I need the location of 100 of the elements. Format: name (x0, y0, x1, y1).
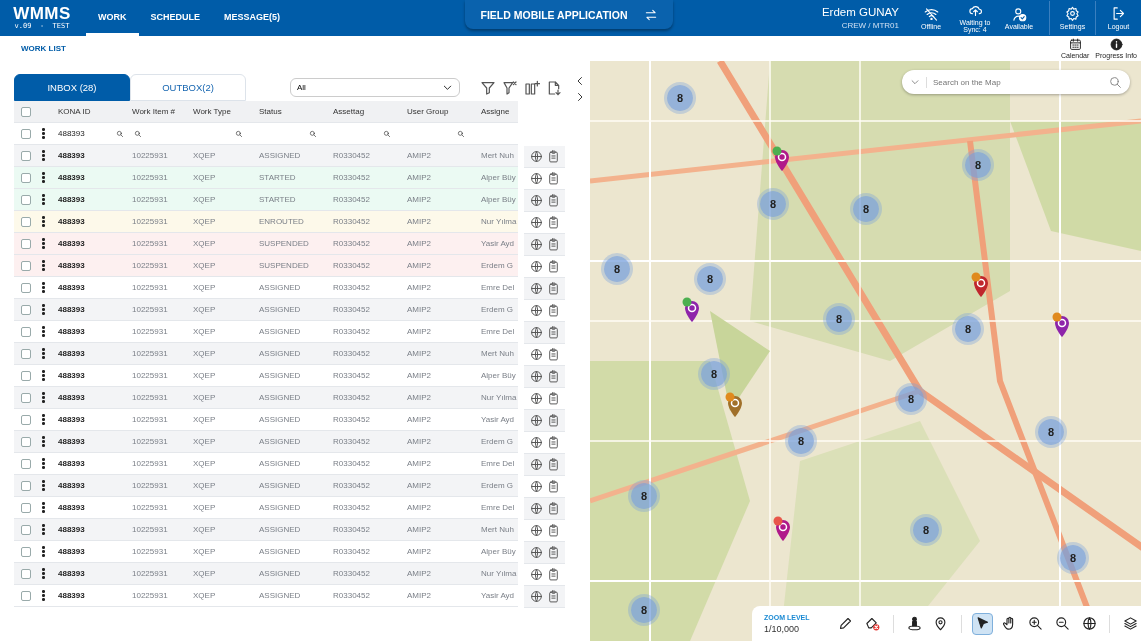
row-checkbox[interactable] (21, 326, 31, 337)
row-checkbox[interactable] (21, 172, 31, 183)
row-checkbox[interactable] (21, 590, 31, 601)
table-row[interactable]: 488393 10225931 XQEP SUSPENDED R0330452 AMIP2 Erdem G (14, 255, 518, 277)
column-header[interactable]: Assigne (481, 107, 518, 116)
table-cell-text: AMIP2 (407, 569, 432, 578)
table-cell-text: Erdem G (481, 481, 514, 490)
row-checkbox[interactable] (21, 370, 31, 381)
table-cell-text: AMIP2 (407, 239, 432, 248)
more-icon[interactable] (42, 480, 45, 491)
table-row[interactable]: 488393 10225931 XQEP ASSIGNED R0330452 AMIP2 Mert Nuh (14, 343, 518, 365)
more-icon[interactable] (42, 172, 45, 183)
more-icon[interactable] (42, 590, 45, 601)
more-icon[interactable] (42, 392, 45, 403)
globe-icon (529, 216, 543, 229)
cursor-tool[interactable] (972, 612, 993, 635)
table-row[interactable]: 488393 10225931 XQEP ASSIGNED R0330452 AMIP2 Nur Yılma (14, 387, 518, 409)
nav-tab[interactable]: WORK (86, 0, 139, 36)
table-row[interactable]: 488393 10225931 XQEP ENROUTED R0330452 AMIP2 Nur Yılma (14, 211, 518, 233)
table-cell-text: XQEP (193, 173, 217, 182)
more-icon[interactable] (42, 304, 45, 315)
map-search-input[interactable]: Search on the Map (926, 76, 1109, 88)
row-checkbox[interactable] (21, 392, 31, 403)
table-row[interactable]: 488393 10225931 XQEP ASSIGNED R0330452 AMIP2 Mert Nuh (14, 519, 518, 541)
row-checkbox[interactable] (21, 304, 31, 315)
app-switch-button[interactable]: FIELD MOBILE APPLICATION (465, 0, 673, 29)
more-icon[interactable] (42, 502, 45, 513)
nav-tab[interactable]: MESSAGE(5) (212, 0, 293, 36)
column-header[interactable]: User Group (407, 107, 481, 116)
map-pin-icon[interactable] (725, 392, 745, 418)
table-cell-text: Erdem G (481, 305, 514, 314)
table-cell-text: Yasir Ayd (481, 591, 516, 600)
row-checkbox[interactable] (21, 282, 31, 293)
more-icon[interactable] (42, 282, 45, 293)
info-icon (1109, 38, 1123, 51)
row-checkbox[interactable] (21, 348, 31, 359)
map-pin-icon[interactable] (971, 272, 991, 298)
row-checkbox[interactable] (21, 216, 31, 227)
row-checkbox[interactable] (21, 194, 31, 205)
table-cell: Nur Yılma (481, 569, 518, 578)
nav-tab[interactable]: SCHEDULE (138, 0, 212, 36)
table-row[interactable]: 488393 10225931 XQEP ASSIGNED R0330452 AMIP2 Erdem G (14, 475, 518, 497)
globe-icon (529, 480, 543, 493)
more-icon[interactable] (42, 546, 45, 557)
table-cell-text: 10225931 (132, 481, 169, 490)
more-icon[interactable] (42, 238, 45, 249)
filter-checkbox[interactable] (21, 128, 31, 139)
more-icon[interactable] (42, 370, 45, 381)
more-icon[interactable] (42, 128, 45, 139)
inbox-tab[interactable]: OUTBOX(2) (130, 74, 246, 101)
more-icon[interactable] (42, 150, 45, 161)
map-pin-icon[interactable] (1052, 312, 1072, 338)
row-checkbox[interactable] (21, 436, 31, 447)
inbox-tab[interactable]: INBOX (28) (14, 74, 130, 101)
column-header[interactable]: Assettag (333, 107, 407, 116)
more-icon[interactable] (42, 194, 45, 205)
row-checkbox[interactable] (21, 546, 31, 557)
map-search-field[interactable]: Search on the Map (902, 70, 1130, 94)
row-checkbox[interactable] (21, 414, 31, 425)
filter-select[interactable]: All (290, 78, 460, 97)
more-icon[interactable] (42, 260, 45, 271)
clipboard-icon (546, 348, 560, 361)
row-checkbox[interactable] (21, 150, 31, 161)
filter-field[interactable]: 488393 (58, 129, 132, 138)
map-pin-icon[interactable] (682, 297, 702, 323)
table-cell-text: AMIP2 (407, 195, 432, 204)
table-row[interactable]: 488393 10225931 XQEP SUSPENDED R0330452 AMIP2 Yasir Ayd (14, 233, 518, 255)
column-header[interactable]: Work Item # (132, 107, 193, 116)
column-header[interactable]: Status (259, 107, 333, 116)
table-row[interactable]: 488393 10225931 XQEP ASSIGNED R0330452 AMIP2 Erdem G (14, 299, 518, 321)
map-pin-icon[interactable] (773, 516, 793, 542)
select-all-checkbox[interactable] (21, 106, 31, 117)
table-row[interactable]: 488393 10225931 XQEP ASSIGNED R0330452 AMIP2 Nur Yılma (14, 563, 518, 585)
row-checkbox[interactable] (21, 458, 31, 469)
table-row[interactable]: 488393 10225931 XQEP STARTED R0330452 AMIP2 Alper Büy (14, 167, 518, 189)
table-row[interactable]: 488393 10225931 XQEP ASSIGNED R0330452 AMIP2 Mert Nuh (14, 145, 518, 167)
more-icon[interactable] (42, 436, 45, 447)
table-cell-text: STARTED (259, 173, 297, 182)
table-cell-text: Erdem G (481, 437, 514, 446)
table-row[interactable]: 488393 10225931 XQEP ASSIGNED R0330452 AMIP2 Erdem G (14, 431, 518, 453)
column-header[interactable]: KONA ID (58, 107, 132, 116)
more-icon[interactable] (42, 326, 45, 337)
row-checkbox[interactable] (21, 480, 31, 491)
more-icon[interactable] (42, 414, 45, 425)
row-checkbox[interactable] (21, 502, 31, 513)
more-icon[interactable] (42, 524, 45, 535)
row-checkbox[interactable] (21, 260, 31, 271)
table-cell-text: AMIP2 (407, 393, 432, 402)
more-icon[interactable] (42, 568, 45, 579)
more-icon[interactable] (42, 458, 45, 469)
more-icon[interactable] (42, 216, 45, 227)
table-cell-text: ASSIGNED (259, 283, 302, 292)
table-cell-text: 10225931 (132, 437, 169, 446)
row-checkbox[interactable] (21, 524, 31, 535)
more-icon[interactable] (42, 348, 45, 359)
map-pin-icon[interactable] (772, 146, 792, 172)
row-checkbox[interactable] (21, 238, 31, 249)
table-row[interactable]: 488393 10225931 XQEP STARTED R0330452 AMIP2 Alper Büy (14, 189, 518, 211)
row-checkbox[interactable] (21, 568, 31, 579)
column-header[interactable]: Work Type (193, 107, 259, 116)
